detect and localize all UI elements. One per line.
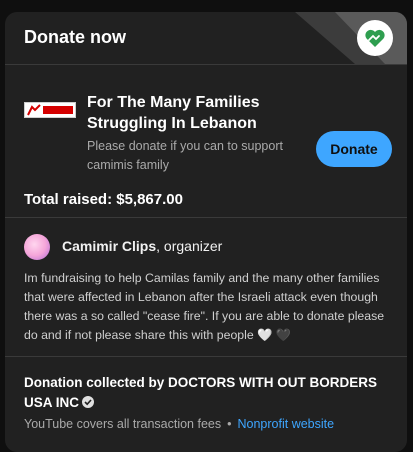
organizer-line: Camimir Clips, organizer: [62, 238, 222, 254]
nonprofit-website-link[interactable]: Nonprofit website: [238, 417, 335, 431]
collection-info: Donation collected by DOCTORS WITH OUT B…: [24, 373, 394, 413]
organizer-role: , organizer: [156, 238, 223, 254]
campaign-section: For The Many Families Struggling In Leba…: [5, 65, 407, 218]
fees-text: YouTube covers all transaction fees: [24, 417, 222, 431]
verified-check-icon: [82, 396, 95, 408]
heart-hand-icon: [357, 20, 393, 56]
donate-panel: Donate now For The Many Families Struggl…: [5, 12, 407, 452]
total-raised: Total raised: $5,867.00: [24, 191, 183, 208]
campaign-title: For The Many Families Struggling In Leba…: [87, 94, 260, 132]
organizer-section: Camimir Clips, organizer Im fundraising …: [5, 218, 407, 357]
organizer-name[interactable]: Camimir Clips: [62, 238, 156, 254]
donate-button[interactable]: Donate: [316, 131, 392, 167]
collection-section: Donation collected by DOCTORS WITH OUT B…: [5, 357, 407, 431]
organizer-message: Im fundraising to help Camilas family an…: [24, 271, 385, 342]
organizer-avatar[interactable]: [24, 234, 50, 260]
msf-logo: [24, 102, 76, 118]
collection-title: Donation collected by DOCTORS WITH OUT B…: [24, 375, 378, 410]
panel-title: Donate now: [24, 27, 126, 47]
campaign-description: Please donate if you can to support cami…: [87, 139, 283, 172]
separator-dot: •: [227, 417, 232, 431]
panel-header: Donate now: [5, 12, 407, 65]
fees-line: YouTube covers all transaction fees • Nonp…: [24, 417, 388, 431]
